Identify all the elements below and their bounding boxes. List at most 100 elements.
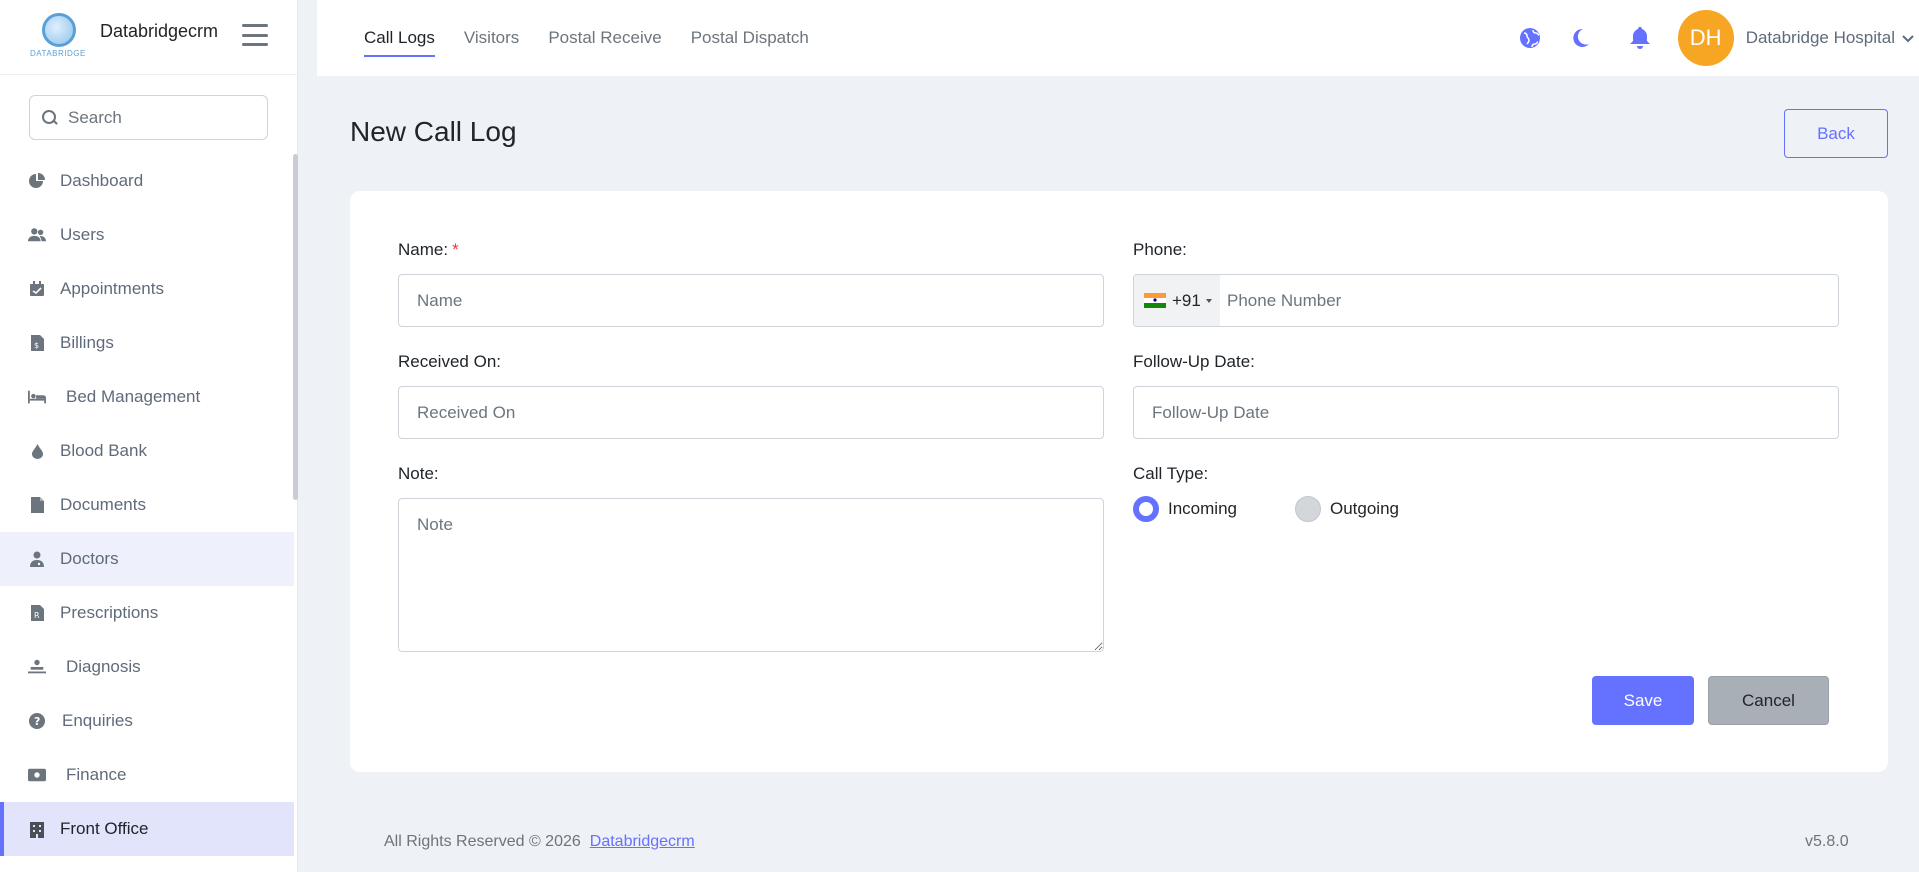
sidebar-item-blood-bank[interactable]: Blood Bank (0, 424, 294, 478)
phone-field: +91 (1133, 274, 1839, 327)
received-on-input[interactable] (398, 386, 1104, 439)
file-icon (28, 496, 46, 514)
user-name[interactable]: Databridge Hospital (1746, 28, 1895, 48)
sidebar-item-documents[interactable]: Documents (0, 478, 294, 532)
sidebar-item-label: Bed Management (66, 387, 201, 406)
tab-call-logs[interactable]: Call Logs (364, 0, 435, 76)
building-icon (28, 820, 46, 838)
sidebar-item-bed-management[interactable]: Bed Management (0, 370, 294, 424)
question-icon: ? (28, 712, 46, 730)
svg-text:?: ? (34, 715, 40, 728)
footer: All Rights Reserved © 2026 Databridgecrm (384, 833, 695, 851)
follow-up-date-label: Follow-Up Date: (1133, 352, 1255, 371)
version-label: v5.8.0 (1805, 833, 1849, 850)
sidebar-nav: Dashboard Users Appointments $ Billings … (0, 154, 294, 856)
users-icon (28, 226, 46, 244)
caret-down-icon (1205, 298, 1212, 303)
sidebar-item-label: Blood Bank (60, 441, 147, 460)
search-input[interactable] (68, 107, 248, 128)
note-textarea[interactable] (398, 498, 1104, 652)
brand-logo[interactable]: DATABRIDGE (28, 11, 86, 63)
name-label-text: Name: (398, 240, 449, 259)
india-flag-icon (1144, 293, 1166, 308)
radio-unselected-icon (1295, 496, 1321, 522)
sidebar-item-label: Diagnosis (66, 657, 141, 676)
follow-up-date-input[interactable] (1133, 386, 1839, 439)
sidebar-search (29, 95, 268, 140)
sidebar: DATABRIDGE Databridgecrm Dashboard Users… (0, 0, 298, 872)
prescription-icon: R (28, 604, 46, 622)
brand: DATABRIDGE Databridgecrm (0, 0, 297, 75)
call-type-label: Call Type: (1133, 464, 1209, 483)
sidebar-item-finance[interactable]: Finance (0, 748, 294, 802)
required-mark: * (452, 240, 459, 259)
sidebar-item-label: Front Office (60, 819, 149, 838)
avatar[interactable]: DH (1677, 10, 1734, 66)
radio-label: Incoming (1168, 499, 1237, 518)
sidebar-item-label: Users (60, 225, 105, 244)
footer-link[interactable]: Databridgecrm (590, 833, 695, 851)
sidebar-item-label: Doctors (60, 549, 119, 568)
doctor-icon (28, 550, 46, 568)
sidebar-item-prescriptions[interactable]: R Prescriptions (0, 586, 294, 640)
sidebar-item-label: Enquiries (62, 711, 133, 730)
chevron-down-icon[interactable] (1901, 31, 1915, 45)
calendar-check-icon (28, 280, 46, 298)
bed-icon (28, 388, 46, 406)
sidebar-item-users[interactable]: Users (0, 208, 294, 262)
name-label: Name: * (398, 240, 459, 260)
sidebar-item-label: Appointments (60, 279, 164, 298)
back-button[interactable]: Back (1784, 109, 1888, 158)
sidebar-item-appointments[interactable]: Appointments (0, 262, 294, 316)
pie-chart-icon (28, 172, 46, 190)
phone-label: Phone: (1133, 240, 1187, 259)
notification-bell-icon[interactable] (1628, 26, 1652, 50)
sidebar-item-label: Dashboard (60, 171, 144, 190)
page-title: New Call Log (350, 116, 517, 147)
search-icon (42, 109, 58, 126)
sidebar-item-label: Prescriptions (60, 603, 159, 622)
globe-logo-icon (42, 13, 76, 47)
radio-selected-icon (1133, 496, 1159, 522)
country-code-select[interactable]: +91 (1134, 275, 1220, 326)
tab-postal-receive[interactable]: Postal Receive (548, 0, 661, 76)
diagnosis-icon (28, 658, 46, 676)
sidebar-item-doctors[interactable]: Doctors (0, 532, 294, 586)
file-invoice-icon: $ (28, 334, 46, 352)
logo-text: DATABRIDGE (30, 49, 86, 58)
call-log-form: Name:* Phone: +91 Received On: Follow-Up… (350, 191, 1888, 772)
svg-text:R: R (34, 611, 40, 620)
sidebar-item-label: Finance (66, 765, 127, 784)
copyright-text: All Rights Reserved © 2026 (384, 833, 581, 850)
sidebar-item-enquiries[interactable]: ? Enquiries (0, 694, 294, 748)
sidebar-item-billings[interactable]: $ Billings (0, 316, 294, 370)
sidebar-scrollbar[interactable] (293, 154, 298, 500)
country-code: +91 (1172, 290, 1201, 310)
note-label: Note: (398, 464, 439, 483)
tab-visitors[interactable]: Visitors (464, 0, 519, 76)
dark-mode-moon-icon[interactable] (1568, 26, 1592, 50)
sidebar-item-label: Billings (60, 333, 114, 352)
svg-text:$: $ (34, 341, 39, 350)
brand-name: Databridgecrm (100, 20, 219, 41)
name-input[interactable] (398, 274, 1104, 327)
drop-icon (28, 442, 46, 460)
phone-input[interactable] (1220, 275, 1838, 326)
call-type-incoming-radio[interactable]: Incoming (1133, 496, 1237, 522)
radio-label: Outgoing (1330, 499, 1399, 518)
tabs: Call Logs Visitors Postal Receive Postal… (364, 0, 838, 76)
sidebar-item-front-office[interactable]: Front Office (0, 802, 294, 856)
save-button[interactable]: Save (1592, 676, 1694, 725)
money-icon (28, 766, 46, 784)
top-bar: Call Logs Visitors Postal Receive Postal… (317, 0, 1919, 76)
menu-toggle-icon[interactable] (242, 24, 268, 46)
call-type-outgoing-radio[interactable]: Outgoing (1295, 496, 1399, 522)
cancel-button[interactable]: Cancel (1708, 676, 1829, 725)
tab-postal-dispatch[interactable]: Postal Dispatch (691, 0, 809, 76)
sidebar-item-label: Documents (60, 495, 146, 514)
received-on-label: Received On: (398, 352, 501, 371)
language-globe-icon[interactable] (1518, 26, 1542, 50)
sidebar-item-dashboard[interactable]: Dashboard (0, 154, 294, 208)
sidebar-item-diagnosis[interactable]: Diagnosis (0, 640, 294, 694)
top-right-controls: DH Databridge Hospital (1518, 0, 1919, 76)
